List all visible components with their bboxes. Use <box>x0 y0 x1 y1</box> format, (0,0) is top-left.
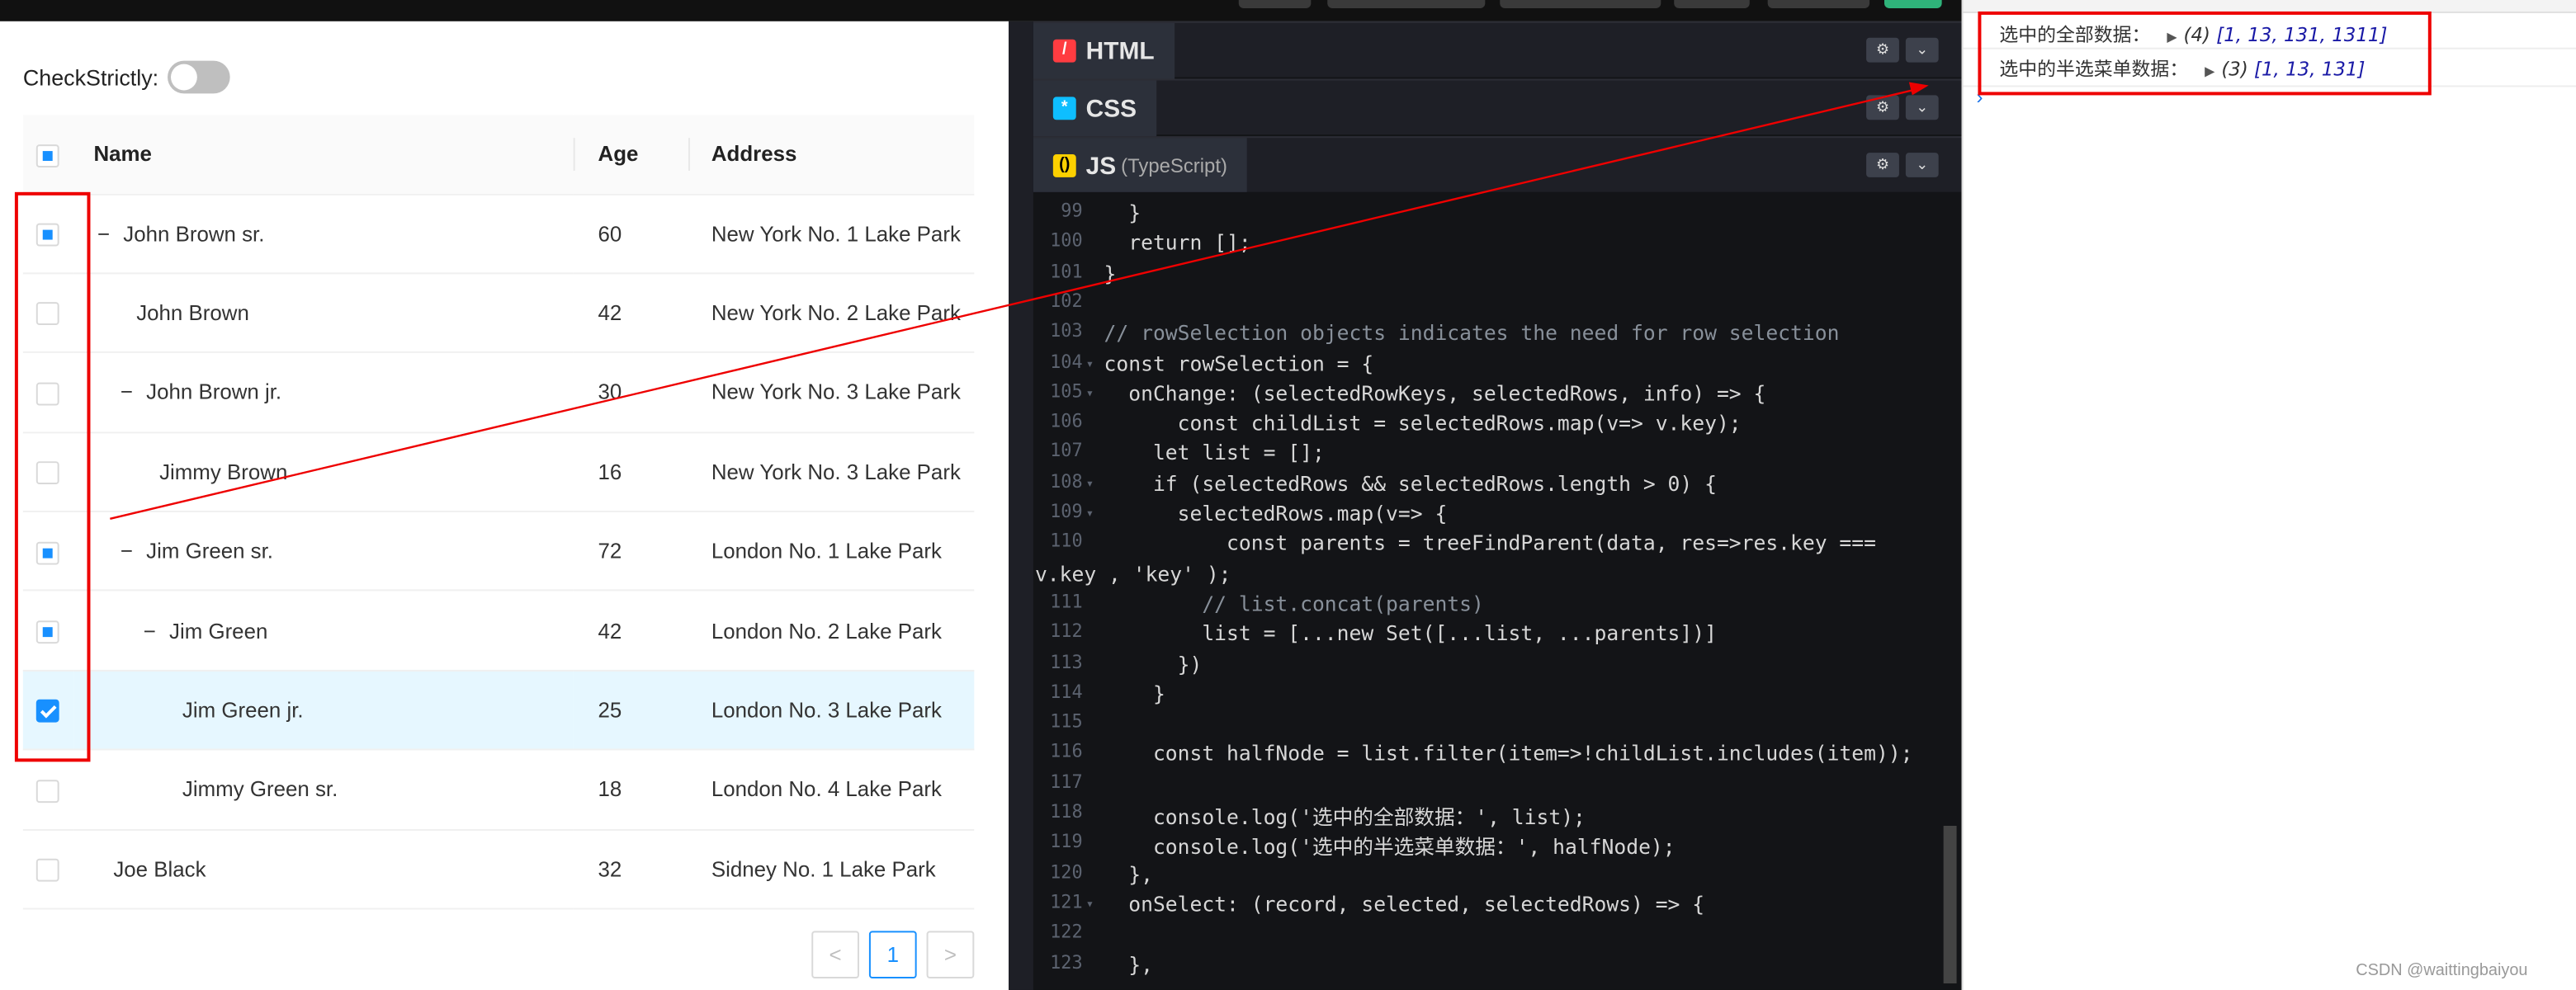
watermark: CSDN @waittingbaiyou <box>2356 962 2528 981</box>
screen: CheckStrictly: Name Age Address − John Br… <box>0 0 2576 990</box>
annotation-arrow <box>110 82 1929 521</box>
